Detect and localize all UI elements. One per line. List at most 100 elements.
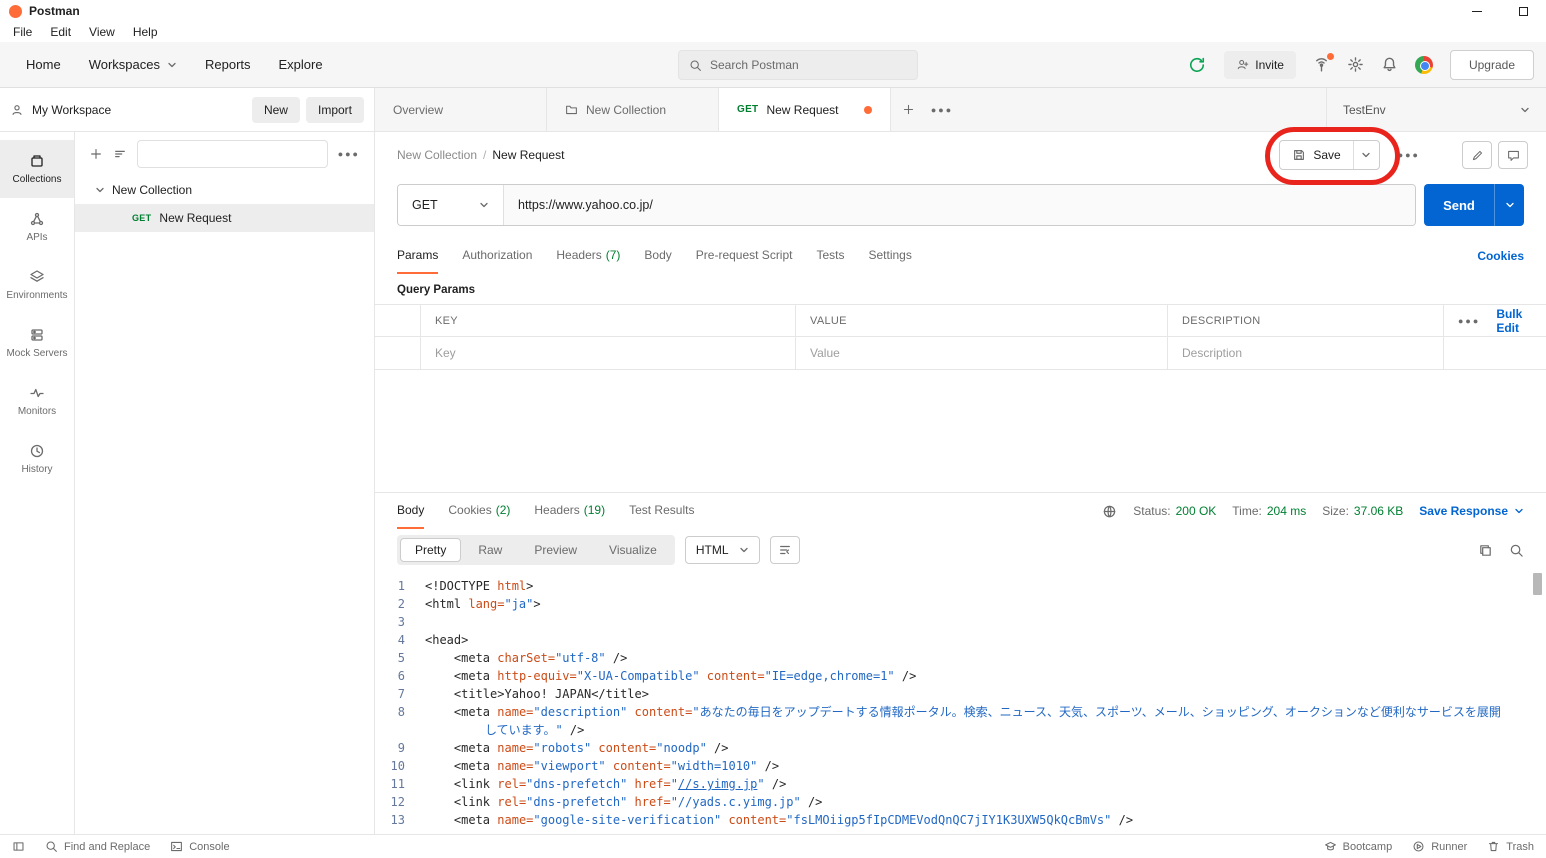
sidebar-item-history[interactable]: History [0, 430, 74, 488]
nav-home[interactable]: Home [12, 42, 75, 87]
console-button[interactable]: Console [170, 840, 230, 853]
cookies-link[interactable]: Cookies [1477, 238, 1524, 274]
send-dropdown-button[interactable] [1494, 184, 1524, 226]
view-preview[interactable]: Preview [519, 538, 592, 562]
menu-view[interactable]: View [80, 25, 124, 39]
breadcrumb-collection[interactable]: New Collection [397, 148, 477, 162]
bulk-edit-link[interactable]: Bulk Edit [1496, 307, 1530, 335]
sync-status-icon[interactable] [1187, 55, 1207, 75]
tab-settings[interactable]: Settings [869, 238, 912, 274]
description-input[interactable] [1182, 346, 1443, 360]
sidebar-item-mock-servers[interactable]: Mock Servers [0, 314, 74, 372]
browser-icon[interactable] [1414, 55, 1433, 74]
runner-button[interactable]: Runner [1412, 840, 1467, 853]
menu-help[interactable]: Help [124, 25, 167, 39]
upgrade-button[interactable]: Upgrade [1449, 49, 1534, 80]
comments-button[interactable] [1498, 141, 1528, 169]
send-button[interactable]: Send [1424, 184, 1494, 226]
sidebar-filter-input[interactable] [137, 140, 328, 168]
tab-tests[interactable]: Tests [816, 238, 844, 274]
time-value: 204 ms [1266, 504, 1307, 518]
view-raw[interactable]: Raw [463, 538, 517, 562]
invite-button[interactable]: Invite [1224, 50, 1296, 79]
comment-icon [1507, 150, 1519, 161]
sidebar-item-apis[interactable]: APIs [0, 198, 74, 256]
view-visualize[interactable]: Visualize [594, 538, 672, 562]
save-button[interactable]: Save [1280, 141, 1352, 169]
code-line: 10 <meta name="viewport" content="width=… [390, 759, 780, 773]
copy-icon[interactable] [1478, 543, 1493, 558]
sidebar-toggle-button[interactable] [12, 840, 25, 853]
settings-gear-icon[interactable] [1347, 56, 1364, 73]
view-pretty[interactable]: Pretty [400, 538, 462, 562]
table-more-options-icon[interactable]: ●●● [1458, 316, 1480, 326]
nav-reports[interactable]: Reports [191, 42, 265, 87]
request-more-options-icon[interactable]: ●●● [1398, 150, 1420, 160]
code-line: 6 <meta http-equiv="X-UA-Compatible" con… [397, 669, 917, 683]
request-method-badge: GET [132, 213, 152, 223]
title-bar: Postman [0, 0, 1546, 22]
nav-workspaces[interactable]: Workspaces [75, 42, 191, 87]
find-and-replace-button[interactable]: Find and Replace [45, 840, 150, 853]
notifications-bell-icon[interactable] [1381, 56, 1398, 73]
tree-item-request[interactable]: GET New Request [75, 204, 374, 232]
code-line: 5 <meta charSet="utf-8" /> [397, 651, 628, 665]
url-input[interactable] [504, 185, 1415, 225]
filter-icon[interactable] [113, 147, 127, 161]
bootcamp-button[interactable]: Bootcamp [1324, 840, 1392, 853]
more-options-icon[interactable]: ●●● [338, 149, 360, 159]
tab-params[interactable]: Params [397, 238, 439, 274]
environment-selector[interactable]: TestEnv [1326, 88, 1546, 131]
tab-response-body[interactable]: Body [397, 493, 425, 529]
minimize-button[interactable] [1454, 0, 1500, 22]
add-icon[interactable] [89, 147, 103, 161]
environment-name: TestEnv [1343, 102, 1386, 117]
new-tab-button[interactable] [891, 88, 925, 131]
tab-overview[interactable]: Overview [375, 88, 547, 131]
trash-button[interactable]: Trash [1487, 840, 1534, 853]
response-toolbar: Pretty Raw Preview Visualize HTML [375, 529, 1546, 571]
nav-explore[interactable]: Explore [265, 42, 337, 87]
edit-button[interactable] [1462, 141, 1492, 169]
tab-collection[interactable]: New Collection [547, 88, 719, 131]
search-response-icon[interactable] [1509, 543, 1524, 558]
response-body-viewer[interactable]: 1 <!DOCTYPE html> 2 <html lang="ja"> 3 4 <head… [375, 571, 1546, 834]
search-input[interactable]: Search Postman [678, 50, 918, 80]
language-dropdown[interactable]: HTML [684, 536, 760, 564]
sidebar-item-collections[interactable]: Collections [0, 140, 74, 198]
sidebar-item-monitors[interactable]: Monitors [0, 372, 74, 430]
new-button[interactable]: New [251, 96, 300, 123]
scrollbar-thumb[interactable] [1533, 573, 1542, 595]
history-icon [30, 444, 44, 458]
format-button[interactable] [769, 536, 800, 564]
import-button[interactable]: Import [305, 96, 364, 123]
tab-headers[interactable]: Headers (7) [556, 238, 620, 274]
sidebar-item-environments[interactable]: Environments [0, 256, 74, 314]
value-input[interactable] [810, 346, 1167, 360]
menu-edit[interactable]: Edit [41, 25, 80, 39]
tab-request[interactable]: GET New Request [719, 88, 891, 131]
menu-file[interactable]: File [4, 25, 41, 39]
tab-response-headers[interactable]: Headers (19) [534, 493, 605, 529]
empty-space [375, 370, 1546, 492]
save-dropdown-button[interactable] [1352, 141, 1379, 169]
capture-requests-icon[interactable] [1313, 53, 1334, 73]
workspace-name[interactable]: My Workspace [32, 103, 111, 117]
network-icon[interactable] [1102, 504, 1117, 519]
status-value: 200 OK [1175, 504, 1217, 518]
tab-authorization[interactable]: Authorization [462, 238, 532, 274]
response-tabs: Body Cookies (2) Headers (19) Test Results… [375, 493, 1546, 529]
tab-test-results[interactable]: Test Results [629, 493, 694, 529]
sidebar-toolbar: ●●● [75, 132, 374, 176]
chevron-down-icon [1505, 202, 1514, 208]
key-input[interactable] [435, 346, 795, 360]
folder-icon [566, 105, 577, 115]
tab-response-cookies[interactable]: Cookies (2) [448, 493, 510, 529]
tab-pre-request-script[interactable]: Pre-request Script [696, 238, 793, 274]
tree-item-collection[interactable]: New Collection [75, 176, 374, 204]
tab-body[interactable]: Body [644, 238, 671, 274]
method-dropdown[interactable]: GET [398, 185, 504, 225]
maximize-button[interactable] [1500, 0, 1546, 22]
tab-more-options-icon[interactable]: ●●● [925, 88, 959, 131]
save-response-button[interactable]: Save Response [1419, 504, 1524, 518]
